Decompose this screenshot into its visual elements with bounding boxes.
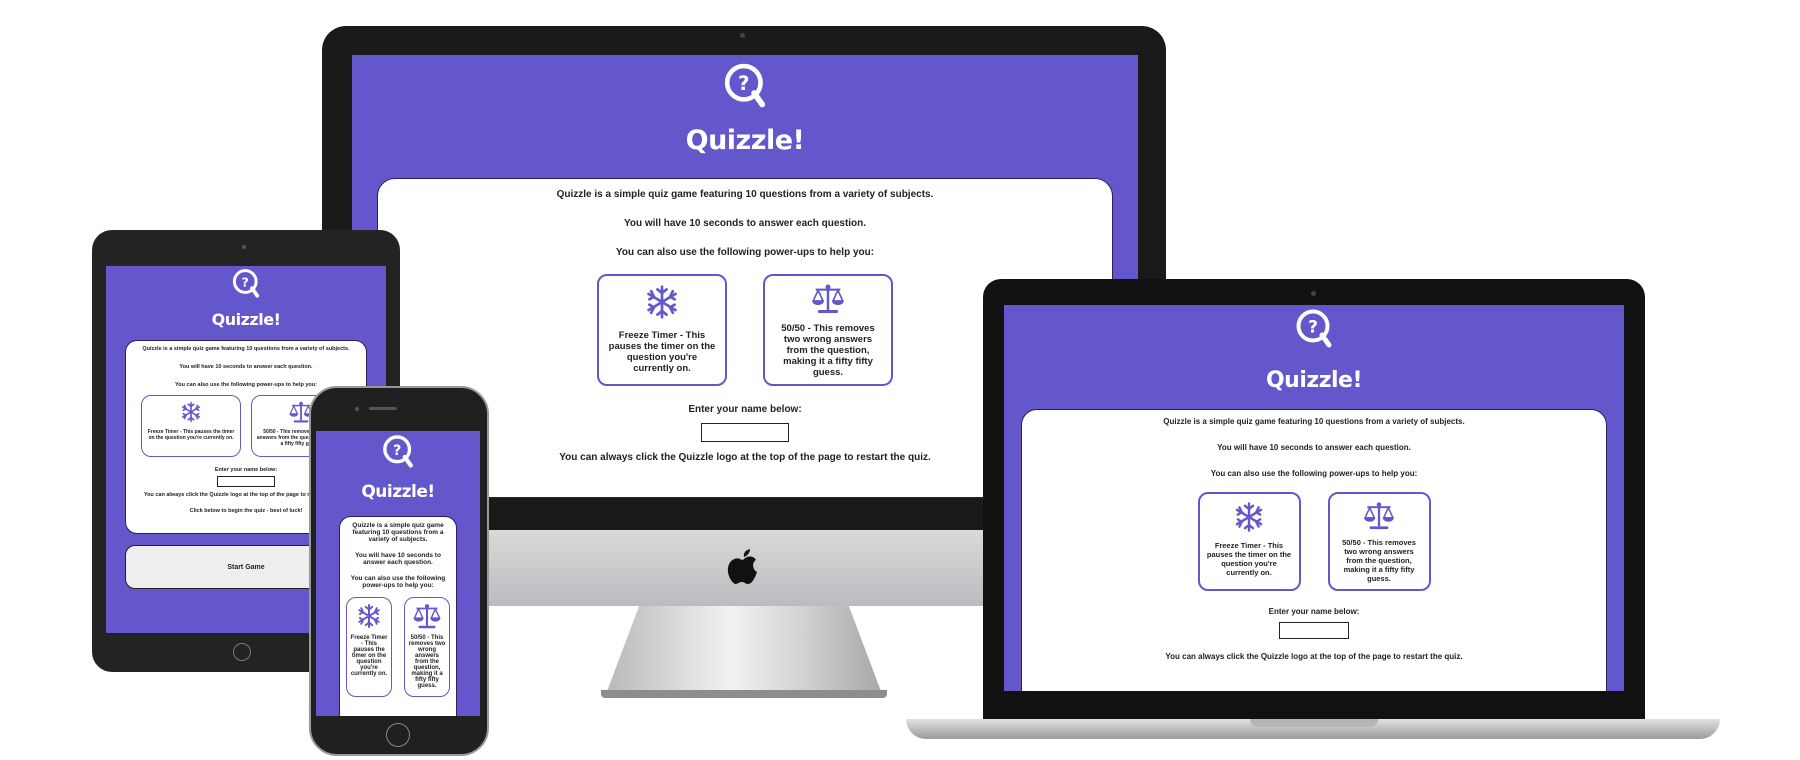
question-logo-icon[interactable] <box>1294 308 1334 348</box>
timer-text: You will have 10 seconds to answer each … <box>179 364 313 370</box>
question-logo-icon[interactable] <box>381 434 415 468</box>
page-title: Quizzle! <box>211 310 281 329</box>
ipad-home-button[interactable] <box>233 643 251 661</box>
restart-text: You can always click the Quizzle logo at… <box>1165 652 1463 661</box>
instructions-card: Quizzle is a simple quiz game featuring … <box>339 516 457 716</box>
freeze-description: Freeze Timer - This pauses the timer on … <box>608 330 716 374</box>
iphone-screen: Quizzle! Quizzle is a simple quiz game f… <box>316 431 480 716</box>
scales-icon <box>808 282 848 315</box>
imac-camera <box>740 33 745 38</box>
name-input[interactable] <box>217 476 275 487</box>
fifty-description: 50/50 - This removes two wrong answers f… <box>781 323 875 378</box>
macbook-notch <box>1250 719 1378 727</box>
snowflake-icon <box>180 400 202 424</box>
question-logo-icon[interactable] <box>722 62 768 108</box>
freeze-description: Freeze Timer - This pauses the timer on … <box>1206 541 1292 577</box>
freeze-powerup-card: Freeze Timer - This pauses the timer on … <box>1197 492 1301 591</box>
page-title: Quizzle! <box>685 125 805 156</box>
fifty-fifty-powerup-card: 50/50 - This removes two wrong answers f… <box>1327 492 1431 591</box>
freeze-description: Freeze Timer - This pauses the timer on … <box>350 635 388 677</box>
page-title: Quizzle! <box>361 482 435 502</box>
macbook-camera <box>1311 291 1316 296</box>
intro-text: Quizzle is a simple quiz game featuring … <box>352 522 444 543</box>
snowflake-icon <box>1233 500 1265 534</box>
freeze-powerup-card: Freeze Timer - This pauses the timer on … <box>346 597 392 697</box>
apple-logo-icon <box>727 549 757 584</box>
freeze-powerup-card: Freeze Timer - This pauses the timer on … <box>597 274 727 386</box>
powerups-intro: You can also use the following power-ups… <box>615 247 875 258</box>
name-label: Enter your name below: <box>1268 607 1360 616</box>
iphone-home-button[interactable] <box>386 723 410 747</box>
name-input[interactable] <box>1279 622 1349 639</box>
ipad-camera <box>242 245 246 249</box>
fifty-description: 50/50 - This removes two wrong answers f… <box>1342 538 1416 583</box>
scales-icon <box>413 602 441 630</box>
timer-text: You will have 10 seconds to answer each … <box>1217 443 1411 452</box>
snowflake-icon <box>356 602 382 630</box>
fifty-description: 50/50 - This removes two wrong answers f… <box>408 635 446 689</box>
iphone-camera <box>355 407 359 411</box>
fifty-fifty-powerup-card: 50/50 - This removes two wrong answers f… <box>763 274 893 386</box>
fifty-fifty-powerup-card: 50/50 - This removes two wrong answers f… <box>404 597 450 697</box>
imac-stand <box>606 606 882 694</box>
macbook-screen: Quizzle! Quizzle is a simple quiz game f… <box>1004 305 1624 691</box>
intro-text: Quizzle is a simple quiz game featuring … <box>142 346 350 352</box>
iphone-speaker <box>369 407 397 410</box>
timer-text: You will have 10 seconds to answer each … <box>623 218 867 229</box>
freeze-description: Freeze Timer - This pauses the timer on … <box>147 429 235 441</box>
intro-text: Quizzle is a simple quiz game featuring … <box>556 189 934 200</box>
instructions-card: Quizzle is a simple quiz game featuring … <box>1021 409 1607 691</box>
imac-stand-foot <box>601 690 887 698</box>
timer-text: You will have 10 seconds to answer each … <box>355 552 441 566</box>
name-input[interactable] <box>701 423 789 442</box>
scales-icon <box>1362 500 1396 531</box>
snowflake-icon <box>644 282 680 322</box>
freeze-powerup-card: Freeze Timer - This pauses the timer on … <box>141 395 241 457</box>
powerups-intro: You can also use the following power-ups… <box>1210 469 1418 478</box>
powerups-intro: You can also use the following power-ups… <box>350 575 446 589</box>
question-logo-icon[interactable] <box>231 268 261 298</box>
page-title: Quizzle! <box>1265 368 1363 393</box>
intro-text: Quizzle is a simple quiz game featuring … <box>1163 417 1465 426</box>
